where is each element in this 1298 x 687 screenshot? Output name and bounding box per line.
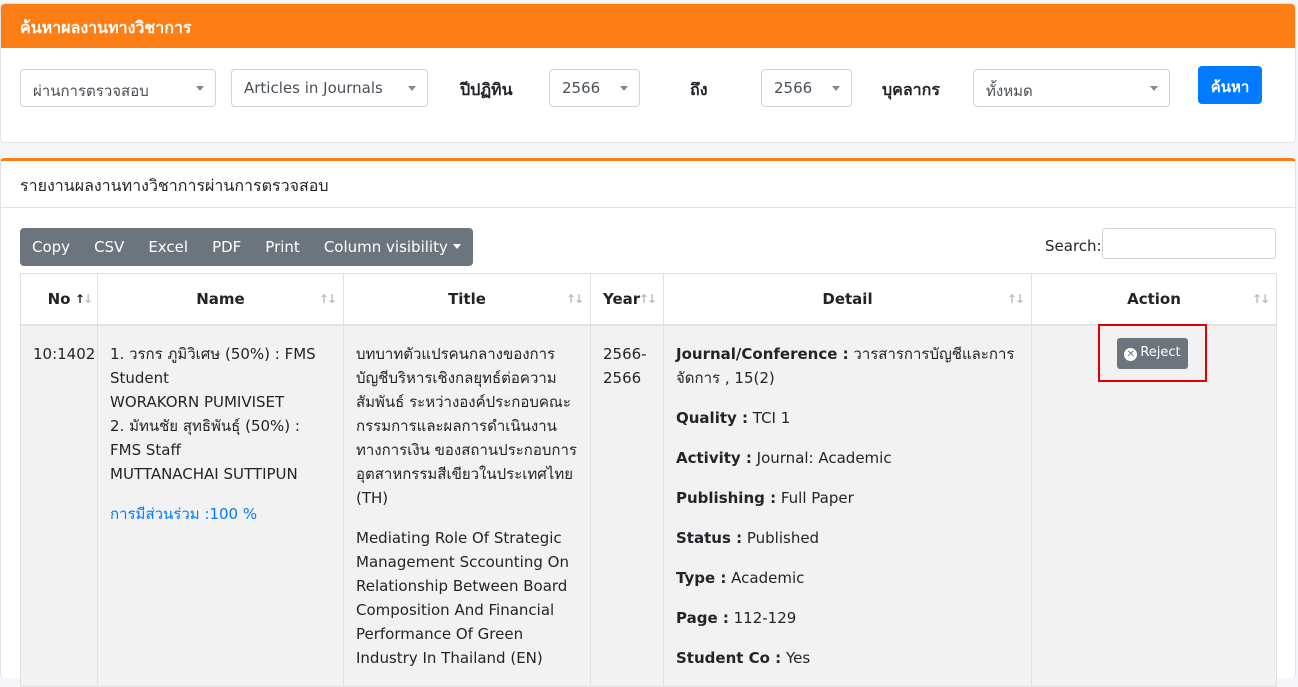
chevron-down-icon (832, 86, 840, 91)
sort-icon: ↑↓ (565, 292, 584, 306)
type-select[interactable]: Articles in Journals (231, 69, 428, 107)
detail-item: Activity : Journal: Academic (676, 448, 892, 467)
contribution-link[interactable]: การมีส่วนร่วม :100 % (110, 502, 331, 526)
year-label: ปีปฏิทิน (460, 80, 513, 99)
chevron-down-icon (196, 86, 204, 91)
column-header-no[interactable]: No ↑↓ (20, 273, 98, 326)
print-button[interactable]: Print (253, 228, 312, 266)
reject-label: Reject (1140, 345, 1181, 360)
name-line: WORAKORN PUMIVISET (110, 392, 285, 411)
table-row: 10:1402 1. วรกร ภูมิวิเศษ (50%) : FMS St… (20, 324, 1277, 687)
detail-item: Student Co : Yes (676, 648, 811, 667)
detail-item: Quality : TCI 1 (676, 408, 791, 427)
sort-asc-icon: ↑ (74, 292, 85, 306)
sort-icon: ↑↓ (1006, 292, 1025, 306)
cell-title: บทบาทตัวแปรคนกลางของการบัญชีบริหารเชิงกล… (343, 324, 591, 687)
sort-icon: ↑↓ (638, 292, 657, 306)
search-label: Search: (1045, 237, 1102, 255)
detail-item: Journal/Conference : วารสารการบัญชีและกา… (676, 344, 1015, 387)
detail-item: Publishing : Full Paper (676, 488, 854, 507)
column-visibility-button[interactable]: Column visibility (312, 228, 473, 266)
reject-button[interactable]: ✕ Reject (1117, 338, 1188, 369)
to-label: ถึง (690, 80, 708, 99)
detail-item: Status : Published (676, 528, 820, 547)
csv-button[interactable]: CSV (82, 228, 136, 266)
sort-icon: ↑↓ (1251, 292, 1270, 306)
person-label: บุคลากร (882, 80, 940, 99)
column-header-title[interactable]: Title ↑↓ (343, 273, 591, 326)
title-th: บทบาทตัวแปรคนกลางของการบัญชีบริหารเชิงกล… (356, 344, 577, 507)
search-input[interactable] (1102, 228, 1276, 259)
column-header-name[interactable]: Name ↑↓ (97, 273, 344, 326)
name-line: 2. มัทนชัย สุทธิพันธุ์ (50%) : FMS Staff (110, 416, 300, 459)
name-line: 1. วรกร ภูมิวิเศษ (50%) : FMS Student (110, 344, 316, 387)
close-icon: ✕ (1124, 348, 1138, 361)
export-toolbar: Copy CSV Excel PDF Print Column visibili… (20, 228, 473, 266)
type-select-value: Articles in Journals (244, 79, 383, 97)
person-select-value: ทั้งหมด (986, 82, 1033, 100)
sort-icon: ↑↓ (318, 292, 337, 306)
filter-card-title: ค้นหาผลงานทางวิชาการ (1, 4, 1295, 48)
excel-button[interactable]: Excel (136, 228, 200, 266)
chevron-down-icon (620, 86, 628, 91)
year-to-value: 2566 (774, 79, 813, 97)
column-header-detail[interactable]: Detail ↑↓ (663, 273, 1032, 326)
results-table: No ↑↓ Name ↑↓ Title ↑↓ Year ↑↓ Detail ↑↓ Acti… (20, 273, 1277, 687)
copy-button[interactable]: Copy (20, 228, 82, 266)
chevron-down-icon (408, 86, 416, 91)
title-en: Mediating Role Of Strategic Management S… (356, 528, 569, 667)
status-select-value: ผ่านการตรวจสอบ (33, 82, 149, 100)
person-select[interactable]: ทั้งหมด (973, 69, 1170, 107)
detail-item: Page : 112-129 (676, 608, 797, 627)
name-line: MUTTANACHAI SUTTIPUN (110, 464, 298, 483)
column-header-year[interactable]: Year ↑↓ (590, 273, 664, 326)
year-to-select[interactable]: 2566 (761, 69, 852, 107)
report-card-title: รายงานผลงานทางวิชาการผ่านการตรวจสอบ (1, 161, 1295, 208)
status-select[interactable]: ผ่านการตรวจสอบ (20, 69, 216, 107)
cell-year: 2566-2566 (590, 324, 664, 687)
column-header-action[interactable]: Action ↑↓ (1031, 273, 1277, 326)
report-card: รายงานผลงานทางวิชาการผ่านการตรวจสอบ Copy… (0, 158, 1296, 687)
cell-detail: Journal/Conference : วารสารการบัญชีและกา… (663, 324, 1032, 687)
cell-name: 1. วรกร ภูมิวิเศษ (50%) : FMS Student WO… (97, 324, 344, 687)
detail-item: Type : Academic (676, 568, 805, 587)
search-button[interactable]: ค้นหา (1198, 66, 1262, 104)
year-from-value: 2566 (562, 79, 601, 97)
cell-no: 10:1402 (20, 324, 98, 687)
chevron-down-icon (1150, 86, 1158, 91)
pdf-button[interactable]: PDF (200, 228, 253, 266)
year-from-select[interactable]: 2566 (549, 69, 640, 107)
